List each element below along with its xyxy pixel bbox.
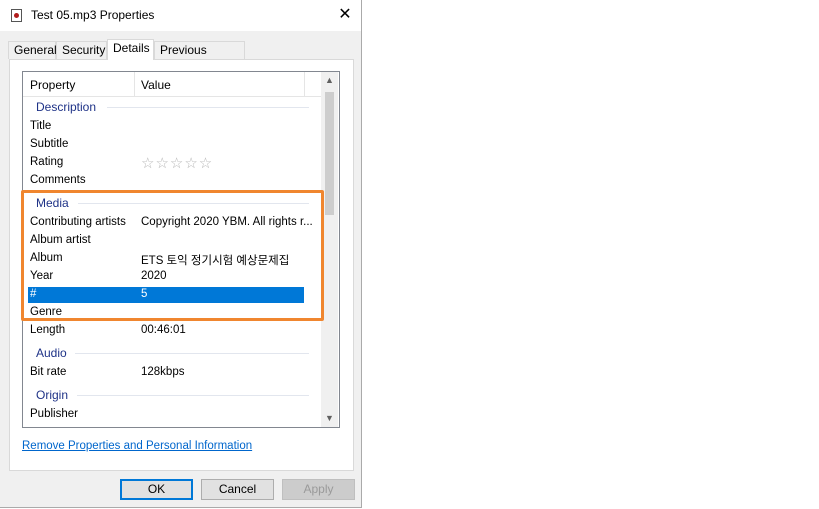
row-length-label[interactable]: Length: [30, 324, 65, 336]
tab-details[interactable]: Details: [107, 39, 154, 60]
apply-button[interactable]: Apply: [282, 479, 355, 500]
title-bar: Test 05.mp3 Properties ✕: [0, 0, 361, 31]
scroll-up-arrow-icon[interactable]: ▲: [321, 72, 338, 89]
column-divider[interactable]: [134, 72, 135, 96]
tab-previous-versions[interactable]: Previous Versions: [154, 41, 245, 74]
list-header: Property Value: [23, 72, 321, 97]
properties-dialog: Test 05.mp3 Properties ✕ General Securit…: [0, 0, 362, 508]
media-highlight-box: [21, 190, 324, 321]
row-comments-label[interactable]: Comments: [30, 174, 86, 186]
column-header-property[interactable]: Property: [30, 78, 75, 92]
group-origin: Origin: [36, 388, 69, 402]
cancel-button[interactable]: Cancel: [201, 479, 274, 500]
row-rating-label[interactable]: Rating: [30, 156, 63, 168]
audio-file-icon: [11, 9, 22, 22]
column-divider[interactable]: [304, 72, 305, 96]
row-bit-rate-value[interactable]: 128kbps: [141, 366, 184, 378]
rating-stars[interactable]: ☆☆☆☆☆: [141, 154, 213, 172]
tab-general[interactable]: General: [8, 41, 57, 59]
ok-button[interactable]: OK: [120, 479, 193, 500]
column-header-value[interactable]: Value: [141, 78, 171, 92]
row-bit-rate-label[interactable]: Bit rate: [30, 366, 66, 378]
scroll-down-arrow-icon[interactable]: ▼: [321, 410, 338, 427]
row-length-value[interactable]: 00:46:01: [141, 324, 186, 336]
group-divider: [77, 395, 309, 396]
row-publisher-label[interactable]: Publisher: [30, 408, 78, 420]
tab-security[interactable]: Security: [56, 41, 107, 59]
group-description: Description: [36, 100, 97, 114]
row-subtitle-label[interactable]: Subtitle: [30, 138, 68, 150]
scrollbar-thumb[interactable]: [325, 92, 334, 215]
group-divider: [75, 353, 309, 354]
remove-properties-link[interactable]: Remove Properties and Personal Informati…: [22, 440, 252, 452]
group-audio: Audio: [36, 346, 67, 360]
close-button[interactable]: ✕: [332, 4, 358, 26]
group-divider: [107, 107, 309, 108]
window-title: Test 05.mp3 Properties: [31, 8, 155, 22]
row-title-label[interactable]: Title: [30, 120, 51, 132]
